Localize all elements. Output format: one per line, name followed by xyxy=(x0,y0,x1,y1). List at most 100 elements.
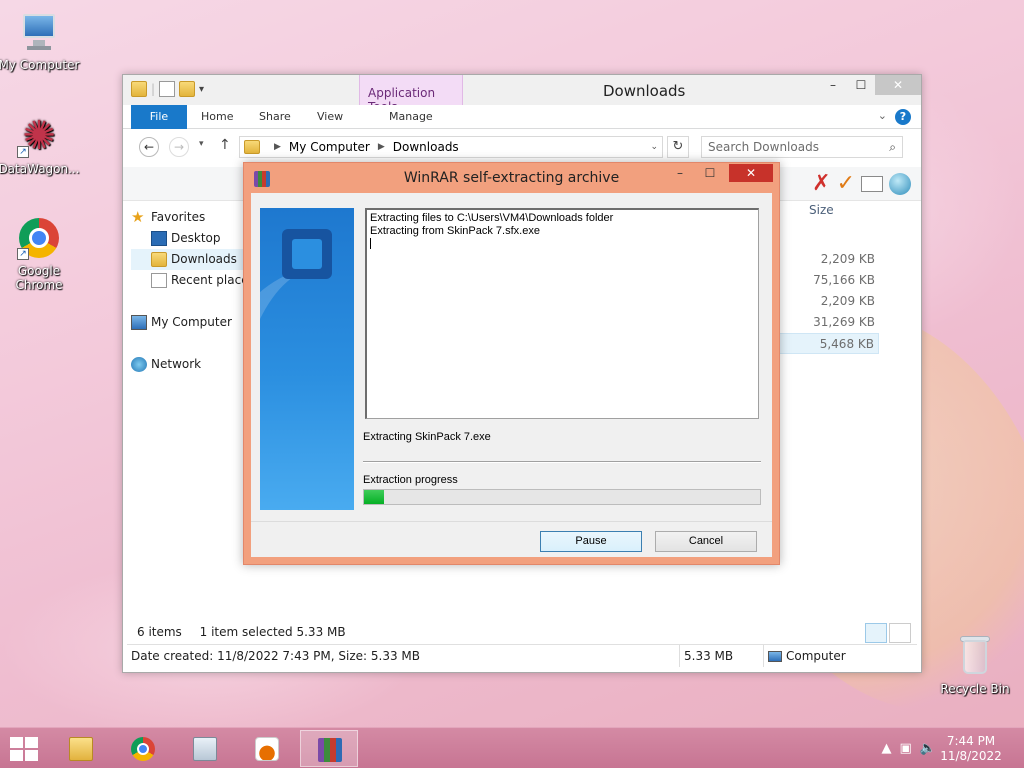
desktop-icon-label: Google Chrome xyxy=(15,264,63,292)
address-dropdown-icon[interactable]: ⌄ xyxy=(650,142,658,152)
current-file-label: Extracting SkinPack 7.exe xyxy=(363,431,491,443)
tab-home[interactable]: Home xyxy=(201,105,233,129)
up-button[interactable]: ↑ xyxy=(219,137,231,153)
folder-icon xyxy=(131,81,147,97)
check-icon[interactable]: ✓ xyxy=(837,171,855,196)
nav-favorites[interactable]: ★ Favorites xyxy=(131,207,251,228)
volume-icon[interactable]: 🔈 xyxy=(920,741,936,756)
desktop-icon-label: Recycle Bin xyxy=(940,682,1010,696)
new-folder-icon[interactable] xyxy=(179,81,196,97)
taskbar-file-explorer[interactable] xyxy=(52,730,110,767)
taskbar-monitor-app[interactable] xyxy=(176,730,234,767)
qat-dropdown-icon[interactable]: ▾ xyxy=(199,84,204,95)
divider xyxy=(363,461,761,463)
star-icon: ★ xyxy=(131,208,145,226)
details-location: Computer xyxy=(763,645,846,667)
network-icon[interactable]: ▣ xyxy=(900,741,912,756)
computer-icon xyxy=(131,315,147,330)
nav-network[interactable]: Network xyxy=(131,354,251,375)
navigation-pane: ★ Favorites Desktop Downloads Recent plac… xyxy=(131,207,251,375)
nav-downloads[interactable]: Downloads xyxy=(131,249,251,270)
desktop-icon-label: DataWagon... xyxy=(0,162,80,176)
desktop-icon-recycle-bin[interactable]: Recycle Bin xyxy=(933,632,1017,696)
text-cursor xyxy=(370,238,371,249)
explorer-titlebar[interactable]: | ▾ Application Tools Downloads – ☐ ✕ xyxy=(123,75,921,129)
forward-button[interactable]: → xyxy=(169,137,189,157)
maximize-button[interactable]: ☐ xyxy=(847,75,875,95)
navigation-bar: ← → ▾ ↑ ▶ My Computer ▶ Downloads ⌄ ↻ Se… xyxy=(123,129,921,165)
window-icon[interactable] xyxy=(861,175,883,192)
quick-access-toolbar: | ▾ xyxy=(131,81,204,97)
properties-icon[interactable] xyxy=(159,81,176,97)
taskbar: ▲ ▣ 🔈 7:44 PM 11/8/2022 xyxy=(0,727,1024,768)
pause-button[interactable]: Pause xyxy=(540,531,642,552)
expand-ribbon-icon[interactable]: ⌄ xyxy=(878,109,887,122)
date-created: Date created: 11/8/2022 7:43 PM, Size: 5… xyxy=(131,649,420,663)
file-explorer-icon xyxy=(69,737,93,761)
details-bar: Date created: 11/8/2022 7:43 PM, Size: 5… xyxy=(127,644,917,667)
close-button[interactable]: ✕ xyxy=(729,164,773,182)
minimize-button[interactable]: – xyxy=(669,164,691,182)
breadcrumb-my-computer[interactable]: My Computer xyxy=(289,140,370,154)
chrome-icon xyxy=(131,737,155,761)
table-row[interactable]: 2,209 KB xyxy=(763,249,879,270)
progress-fill xyxy=(364,490,384,504)
java-icon xyxy=(255,737,279,761)
back-button[interactable]: ← xyxy=(139,137,159,157)
taskbar-winrar[interactable] xyxy=(300,730,358,767)
cancel-button[interactable]: Cancel xyxy=(655,531,757,552)
chevron-right-icon[interactable]: ▶ xyxy=(274,142,281,152)
recent-locations-icon[interactable]: ▾ xyxy=(199,139,204,149)
column-header-size[interactable]: Size xyxy=(809,203,834,217)
extraction-log[interactable]: Extracting files to C:\Users\VM4\Downloa… xyxy=(365,208,759,419)
tab-file[interactable]: File xyxy=(131,105,187,129)
computer-icon xyxy=(768,651,782,662)
clock-date: 11/8/2022 xyxy=(940,749,1002,763)
refresh-button[interactable]: ↻ xyxy=(667,136,689,158)
winrar-logo-icon xyxy=(282,229,332,279)
nav-my-computer[interactable]: My Computer xyxy=(131,312,251,333)
desktop-icon-datawagon[interactable]: ✺ ↗ DataWagon... xyxy=(0,112,81,176)
selection-info: 1 item selected 5.33 MB xyxy=(199,625,346,639)
downloads-folder-icon xyxy=(151,252,167,267)
tab-manage[interactable]: Manage xyxy=(389,105,433,129)
breadcrumb-downloads[interactable]: Downloads xyxy=(393,140,459,154)
minimize-button[interactable]: – xyxy=(819,75,847,95)
clock[interactable]: 7:44 PM 11/8/2022 xyxy=(936,734,1006,764)
close-button[interactable]: ✕ xyxy=(875,75,921,95)
file-list: 2,209 KB 75,166 KB 2,209 KB 31,269 KB 5,… xyxy=(763,249,879,354)
desktop-icon-my-computer[interactable]: My Computer xyxy=(0,8,81,72)
details-view-button[interactable] xyxy=(865,623,887,643)
recycle-bin-icon xyxy=(951,632,999,680)
globe-icon[interactable] xyxy=(889,172,911,195)
search-icon: ⌕ xyxy=(889,140,896,154)
delete-icon[interactable]: ✗ xyxy=(812,171,830,196)
taskbar-chrome[interactable] xyxy=(114,730,172,767)
nav-recent-places[interactable]: Recent places xyxy=(131,270,251,291)
nav-desktop[interactable]: Desktop xyxy=(131,228,251,249)
start-button[interactable] xyxy=(10,737,40,761)
winrar-icon xyxy=(318,738,342,762)
chevron-right-icon[interactable]: ▶ xyxy=(378,142,385,152)
chrome-icon: ↗ xyxy=(15,214,63,262)
maximize-button[interactable]: ☐ xyxy=(699,164,721,182)
desktop-icon-label: My Computer xyxy=(0,58,80,72)
desktop-icon-google-chrome[interactable]: ↗ Google Chrome xyxy=(0,214,81,292)
help-icon[interactable]: ? xyxy=(895,109,911,125)
table-row[interactable]: 31,269 KB xyxy=(763,312,879,333)
divider xyxy=(251,521,772,522)
taskbar-java[interactable] xyxy=(238,730,296,767)
window-title: Downloads xyxy=(603,82,686,100)
address-bar[interactable]: ▶ My Computer ▶ Downloads ⌄ xyxy=(239,136,663,158)
winrar-banner xyxy=(260,208,354,510)
table-row[interactable]: 75,166 KB xyxy=(763,270,879,291)
ribbon-tabs: File Home Share View Manage ⌄ ? xyxy=(123,105,921,129)
tab-view[interactable]: View xyxy=(317,105,343,129)
show-hidden-icons-icon[interactable]: ▲ xyxy=(882,741,892,756)
tab-share[interactable]: Share xyxy=(259,105,291,129)
table-row[interactable]: 2,209 KB xyxy=(763,291,879,312)
table-row[interactable]: 5,468 KB xyxy=(763,333,879,354)
large-icons-view-button[interactable] xyxy=(889,623,911,643)
windows-logo-icon xyxy=(10,737,23,748)
search-input[interactable]: Search Downloads ⌕ xyxy=(701,136,903,158)
